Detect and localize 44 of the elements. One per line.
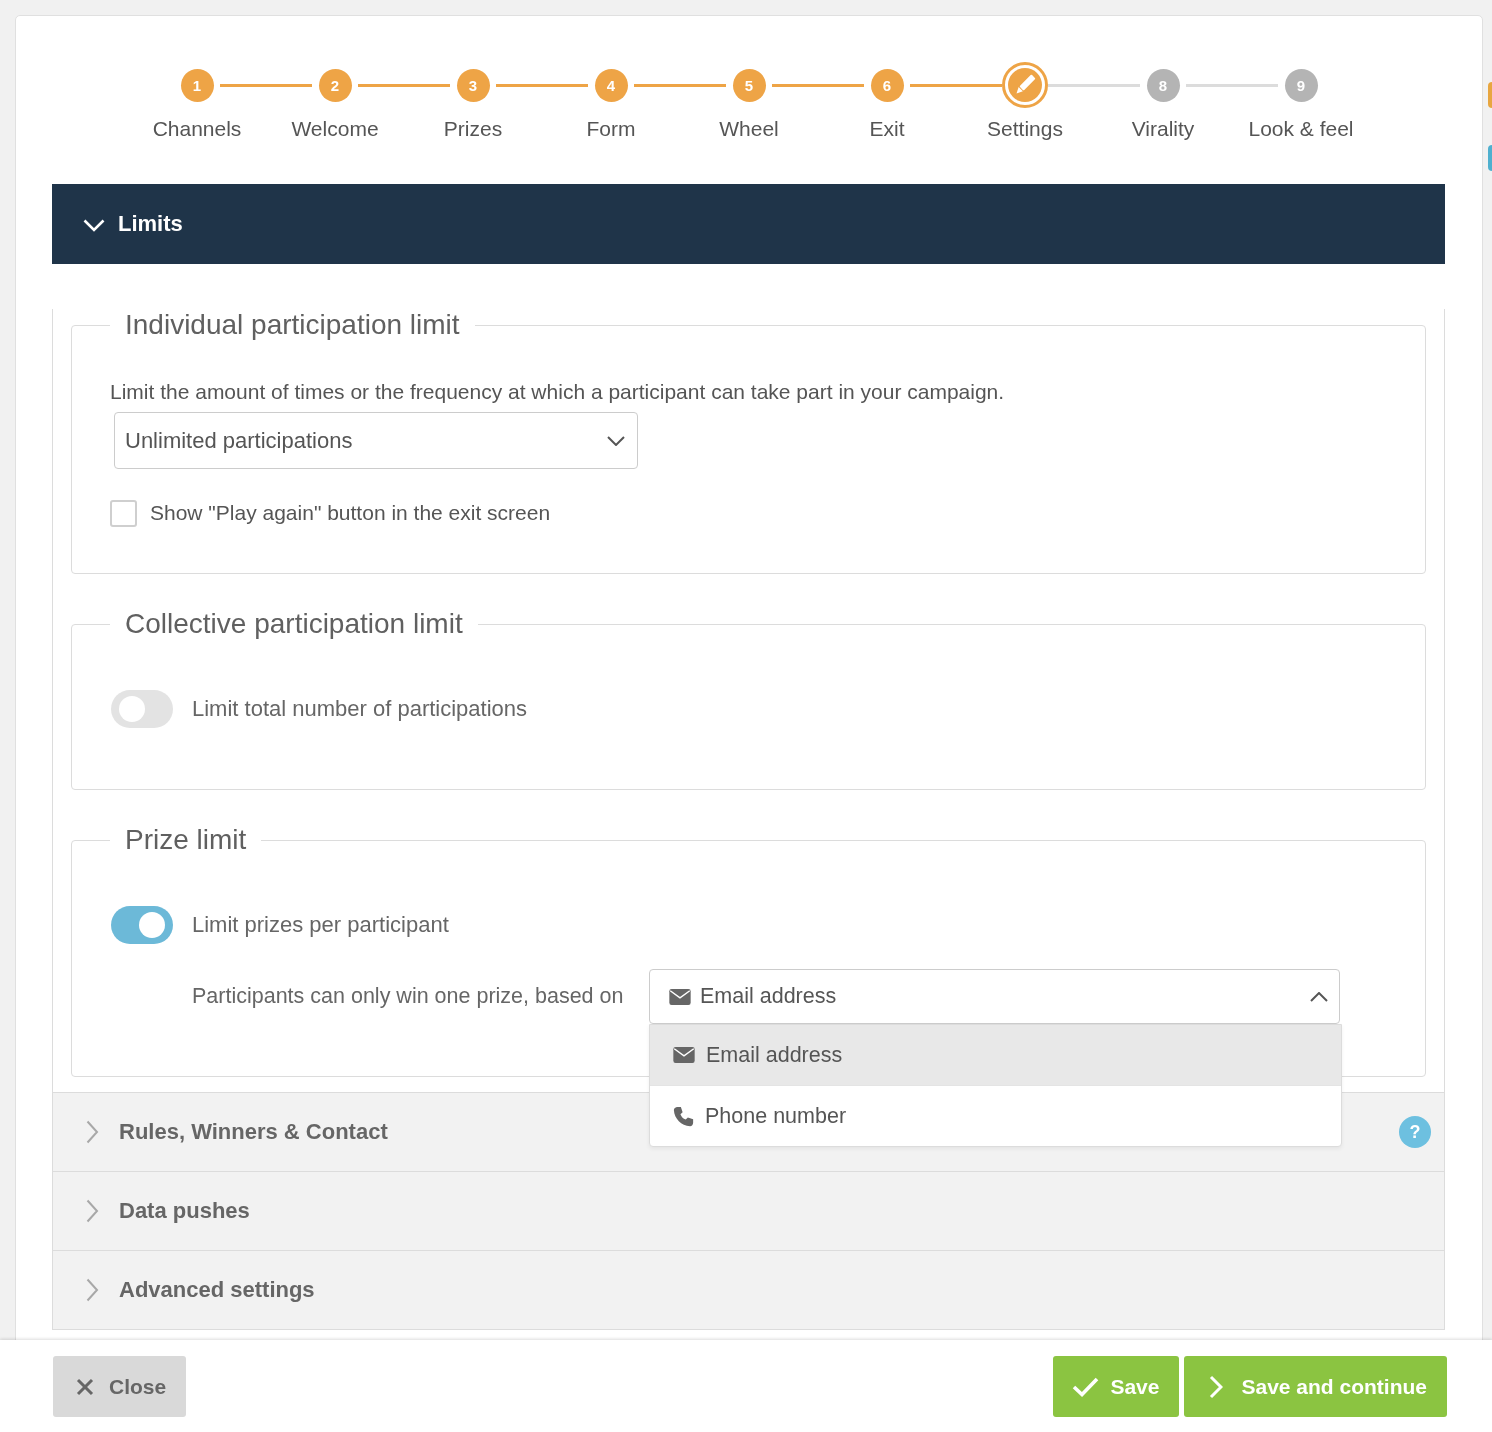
select-label: Participants can only win one prize, based on bbox=[192, 984, 624, 1009]
chevron-down-icon bbox=[607, 435, 625, 446]
description-text: Limit the amount of times or the frequency at which a participant can take part in your campaign. bbox=[110, 379, 1005, 405]
group-title: Prize limit bbox=[124, 824, 248, 856]
step-label[interactable]: Exit bbox=[869, 117, 905, 141]
group-title: Individual participation limit bbox=[124, 309, 461, 341]
envelope-icon bbox=[673, 1047, 695, 1063]
dropdown-option[interactable]: Email address bbox=[650, 1025, 1341, 1085]
phone-icon bbox=[673, 1105, 694, 1127]
close-icon bbox=[76, 1377, 94, 1396]
select-field[interactable]: Unlimited participations bbox=[114, 412, 638, 469]
toggle-label: Limit total number of participations bbox=[192, 696, 528, 722]
step-label[interactable]: Welcome bbox=[291, 117, 379, 141]
section-toggle[interactable]: Data pushes bbox=[84, 1198, 250, 1224]
toggle-switch[interactable] bbox=[111, 906, 173, 944]
toggle-label: Limit prizes per participant bbox=[192, 912, 449, 938]
chevron-up-icon bbox=[1310, 991, 1328, 1002]
step-label[interactable]: Settings bbox=[987, 117, 1063, 141]
step-label[interactable]: Prizes bbox=[443, 117, 503, 141]
chevron-right-icon bbox=[86, 1278, 99, 1302]
step-label[interactable]: Virality bbox=[1131, 117, 1195, 141]
step-label[interactable]: Form bbox=[586, 117, 636, 141]
step-label[interactable]: Channels bbox=[152, 117, 242, 141]
checkbox[interactable] bbox=[110, 499, 137, 527]
section-toggle[interactable]: Limits bbox=[83, 211, 183, 237]
group-title: Collective participation limit bbox=[124, 608, 464, 640]
pencil-icon[interactable] bbox=[1002, 62, 1048, 108]
chevron-right-icon bbox=[86, 1199, 99, 1223]
select-field[interactable]: Email address bbox=[649, 969, 1340, 1024]
section-toggle[interactable]: Advanced settings bbox=[84, 1277, 315, 1303]
step-label[interactable]: Look & feel bbox=[1248, 117, 1354, 141]
chevron-right-icon bbox=[1209, 1374, 1224, 1399]
dropdown-option[interactable]: Phone number bbox=[650, 1085, 1341, 1146]
side-tab-icon[interactable] bbox=[1488, 82, 1492, 108]
envelope-icon bbox=[669, 988, 691, 1005]
side-tab-icon[interactable] bbox=[1488, 145, 1492, 171]
step-label[interactable]: Wheel bbox=[719, 117, 779, 141]
checkmark-icon bbox=[1072, 1376, 1100, 1397]
chevron-down-icon bbox=[83, 219, 105, 232]
toggle-switch[interactable] bbox=[111, 690, 173, 728]
section-toggle[interactable]: Rules, Winners & Contact bbox=[84, 1119, 388, 1145]
chevron-right-icon bbox=[86, 1120, 99, 1144]
checkbox-label: Show "Play again" button in the exit screen bbox=[150, 501, 551, 525]
close-button[interactable]: Close bbox=[53, 1356, 187, 1417]
